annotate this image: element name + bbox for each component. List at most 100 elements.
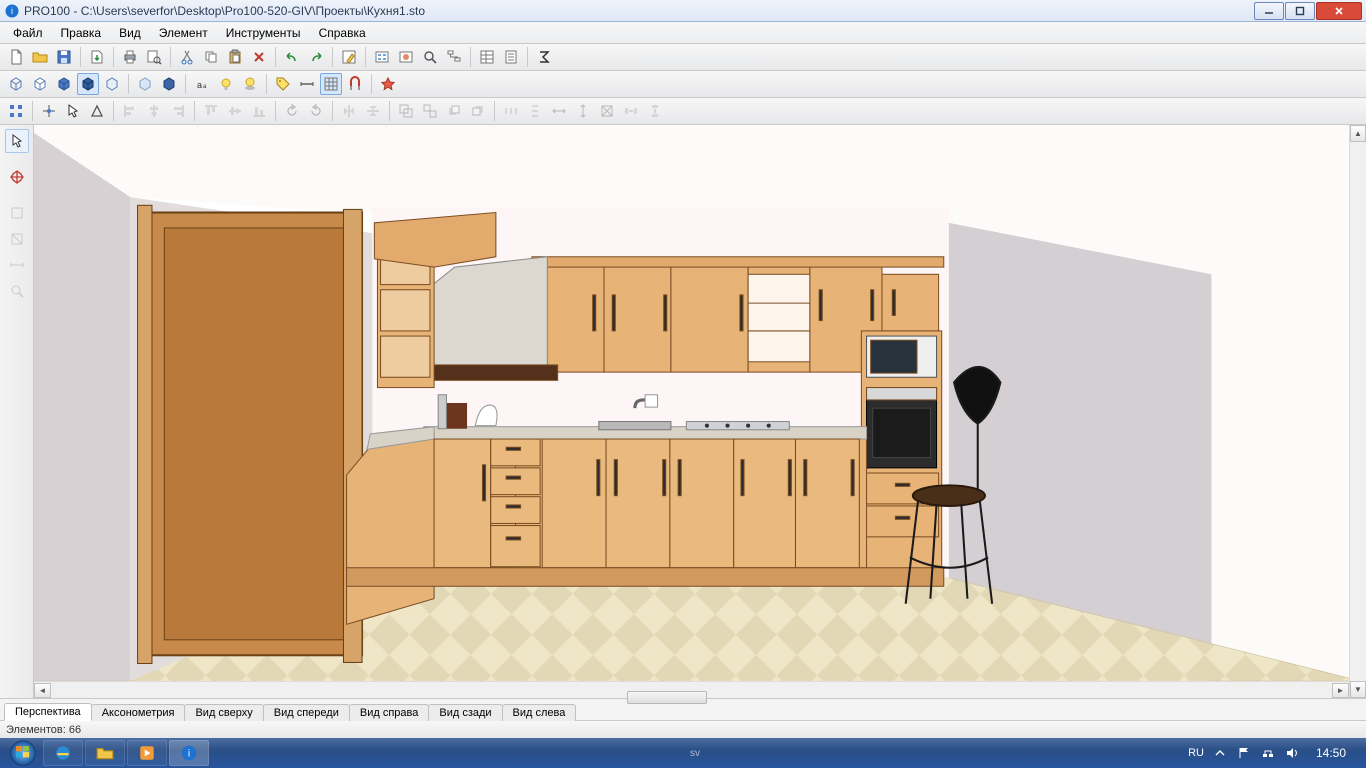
align-right-button[interactable] [167, 100, 189, 122]
new-file-button[interactable] [5, 46, 27, 68]
taskbar-media-icon[interactable] [127, 740, 167, 766]
rotate-left-button[interactable] [281, 100, 303, 122]
align-top-button[interactable] [200, 100, 222, 122]
catalog-button[interactable] [371, 46, 393, 68]
structure-button[interactable] [443, 46, 465, 68]
report-button[interactable] [500, 46, 522, 68]
pricelist-button[interactable] [476, 46, 498, 68]
paste-button[interactable] [224, 46, 246, 68]
full-mode-button[interactable] [101, 73, 123, 95]
space-v-button[interactable] [644, 100, 666, 122]
taskbar-explorer-icon[interactable] [85, 740, 125, 766]
delete-button[interactable] [248, 46, 270, 68]
grid-button[interactable] [320, 73, 342, 95]
scroll-right-arrow[interactable]: ► [1332, 683, 1349, 698]
transparent-button[interactable] [134, 73, 156, 95]
select-tool[interactable] [5, 129, 29, 153]
maximize-button[interactable] [1285, 2, 1315, 20]
tab-top[interactable]: Вид сверху [184, 704, 263, 721]
tag-button[interactable] [272, 73, 294, 95]
menu-tools[interactable]: Инструменты [217, 24, 310, 42]
labels-button[interactable]: aa [191, 73, 213, 95]
rotate-right-button[interactable] [305, 100, 327, 122]
undo-button[interactable] [281, 46, 303, 68]
menu-view[interactable]: Вид [110, 24, 150, 42]
print-preview-button[interactable] [143, 46, 165, 68]
tab-right[interactable]: Вид справа [349, 704, 430, 721]
bulb-icon[interactable] [215, 73, 237, 95]
menu-element[interactable]: Элемент [150, 24, 217, 42]
shaded-button[interactable] [158, 73, 180, 95]
menu-help[interactable]: Справка [310, 24, 375, 42]
tab-left[interactable]: Вид слева [502, 704, 577, 721]
save-button[interactable] [53, 46, 75, 68]
flip-h-button[interactable] [338, 100, 360, 122]
scroll-thumb-h[interactable] [627, 691, 707, 704]
same-size-button[interactable] [596, 100, 618, 122]
menu-file[interactable]: Файл [4, 24, 52, 42]
cut-button[interactable] [176, 46, 198, 68]
shadow-button[interactable] [239, 73, 261, 95]
add-wall-tool[interactable] [5, 201, 29, 225]
group-button[interactable] [395, 100, 417, 122]
collision-button[interactable] [377, 73, 399, 95]
zoom-button[interactable] [419, 46, 441, 68]
pointer-tool-button[interactable] [62, 100, 84, 122]
import-button[interactable] [86, 46, 108, 68]
properties-button[interactable] [338, 46, 360, 68]
tab-back[interactable]: Вид сзади [428, 704, 502, 721]
texture-mode-button[interactable] [77, 73, 99, 95]
taskbar-pro100-icon[interactable]: i [169, 740, 209, 766]
align-left-button[interactable] [119, 100, 141, 122]
tray-network-icon[interactable] [1260, 745, 1276, 761]
zoom-tool[interactable] [5, 279, 29, 303]
ungroup-button[interactable] [419, 100, 441, 122]
scroll-left-arrow[interactable]: ◄ [34, 683, 51, 698]
scroll-up-arrow[interactable]: ▲ [1350, 125, 1366, 142]
tray-lang[interactable]: RU [1188, 747, 1204, 759]
distribute-h-button[interactable] [500, 100, 522, 122]
tab-perspective[interactable]: Перспектива [4, 703, 92, 721]
vertical-scrollbar[interactable]: ▲ ▼ [1349, 125, 1366, 698]
dimensions-button[interactable] [296, 73, 318, 95]
materials-button[interactable] [395, 46, 417, 68]
tray-volume-icon[interactable] [1284, 745, 1300, 761]
close-button[interactable] [1316, 2, 1362, 20]
tab-front[interactable]: Вид спереди [263, 704, 350, 721]
flip-v-button[interactable] [362, 100, 384, 122]
same-width-button[interactable] [548, 100, 570, 122]
tray-show-hidden-icon[interactable] [1212, 745, 1228, 761]
shape-tool-button[interactable] [86, 100, 108, 122]
select-all-icon[interactable] [5, 100, 27, 122]
distribute-v-button[interactable] [524, 100, 546, 122]
align-vcenter-button[interactable] [224, 100, 246, 122]
tab-axonometry[interactable]: Аксонометрия [91, 704, 186, 721]
redo-button[interactable] [305, 46, 327, 68]
print-button[interactable] [119, 46, 141, 68]
tray-flag-icon[interactable] [1236, 745, 1252, 761]
viewport-3d[interactable] [34, 125, 1349, 681]
align-bottom-button[interactable] [248, 100, 270, 122]
taskbar-ie-icon[interactable] [43, 740, 83, 766]
horizontal-scrollbar[interactable]: ◄ ► [34, 681, 1349, 698]
open-file-button[interactable] [29, 46, 51, 68]
tray-clock[interactable]: 14:50 [1308, 746, 1354, 760]
sketch-mode-button[interactable] [29, 73, 51, 95]
copy-button[interactable] [200, 46, 222, 68]
camera-tool[interactable] [5, 165, 29, 189]
align-hcenter-button[interactable] [143, 100, 165, 122]
snap-button[interactable] [344, 73, 366, 95]
move-front-button[interactable] [443, 100, 465, 122]
dimension-tool[interactable] [5, 253, 29, 277]
move-back-button[interactable] [467, 100, 489, 122]
start-button[interactable] [4, 739, 42, 767]
menu-edit[interactable]: Правка [52, 24, 111, 42]
space-h-button[interactable] [620, 100, 642, 122]
snap-to-grid-button[interactable] [38, 100, 60, 122]
scroll-down-arrow[interactable]: ▼ [1350, 681, 1366, 698]
add-shape-tool[interactable] [5, 227, 29, 251]
same-height-button[interactable] [572, 100, 594, 122]
minimize-button[interactable] [1254, 2, 1284, 20]
wireframe-mode-button[interactable] [5, 73, 27, 95]
sum-button[interactable] [533, 46, 555, 68]
